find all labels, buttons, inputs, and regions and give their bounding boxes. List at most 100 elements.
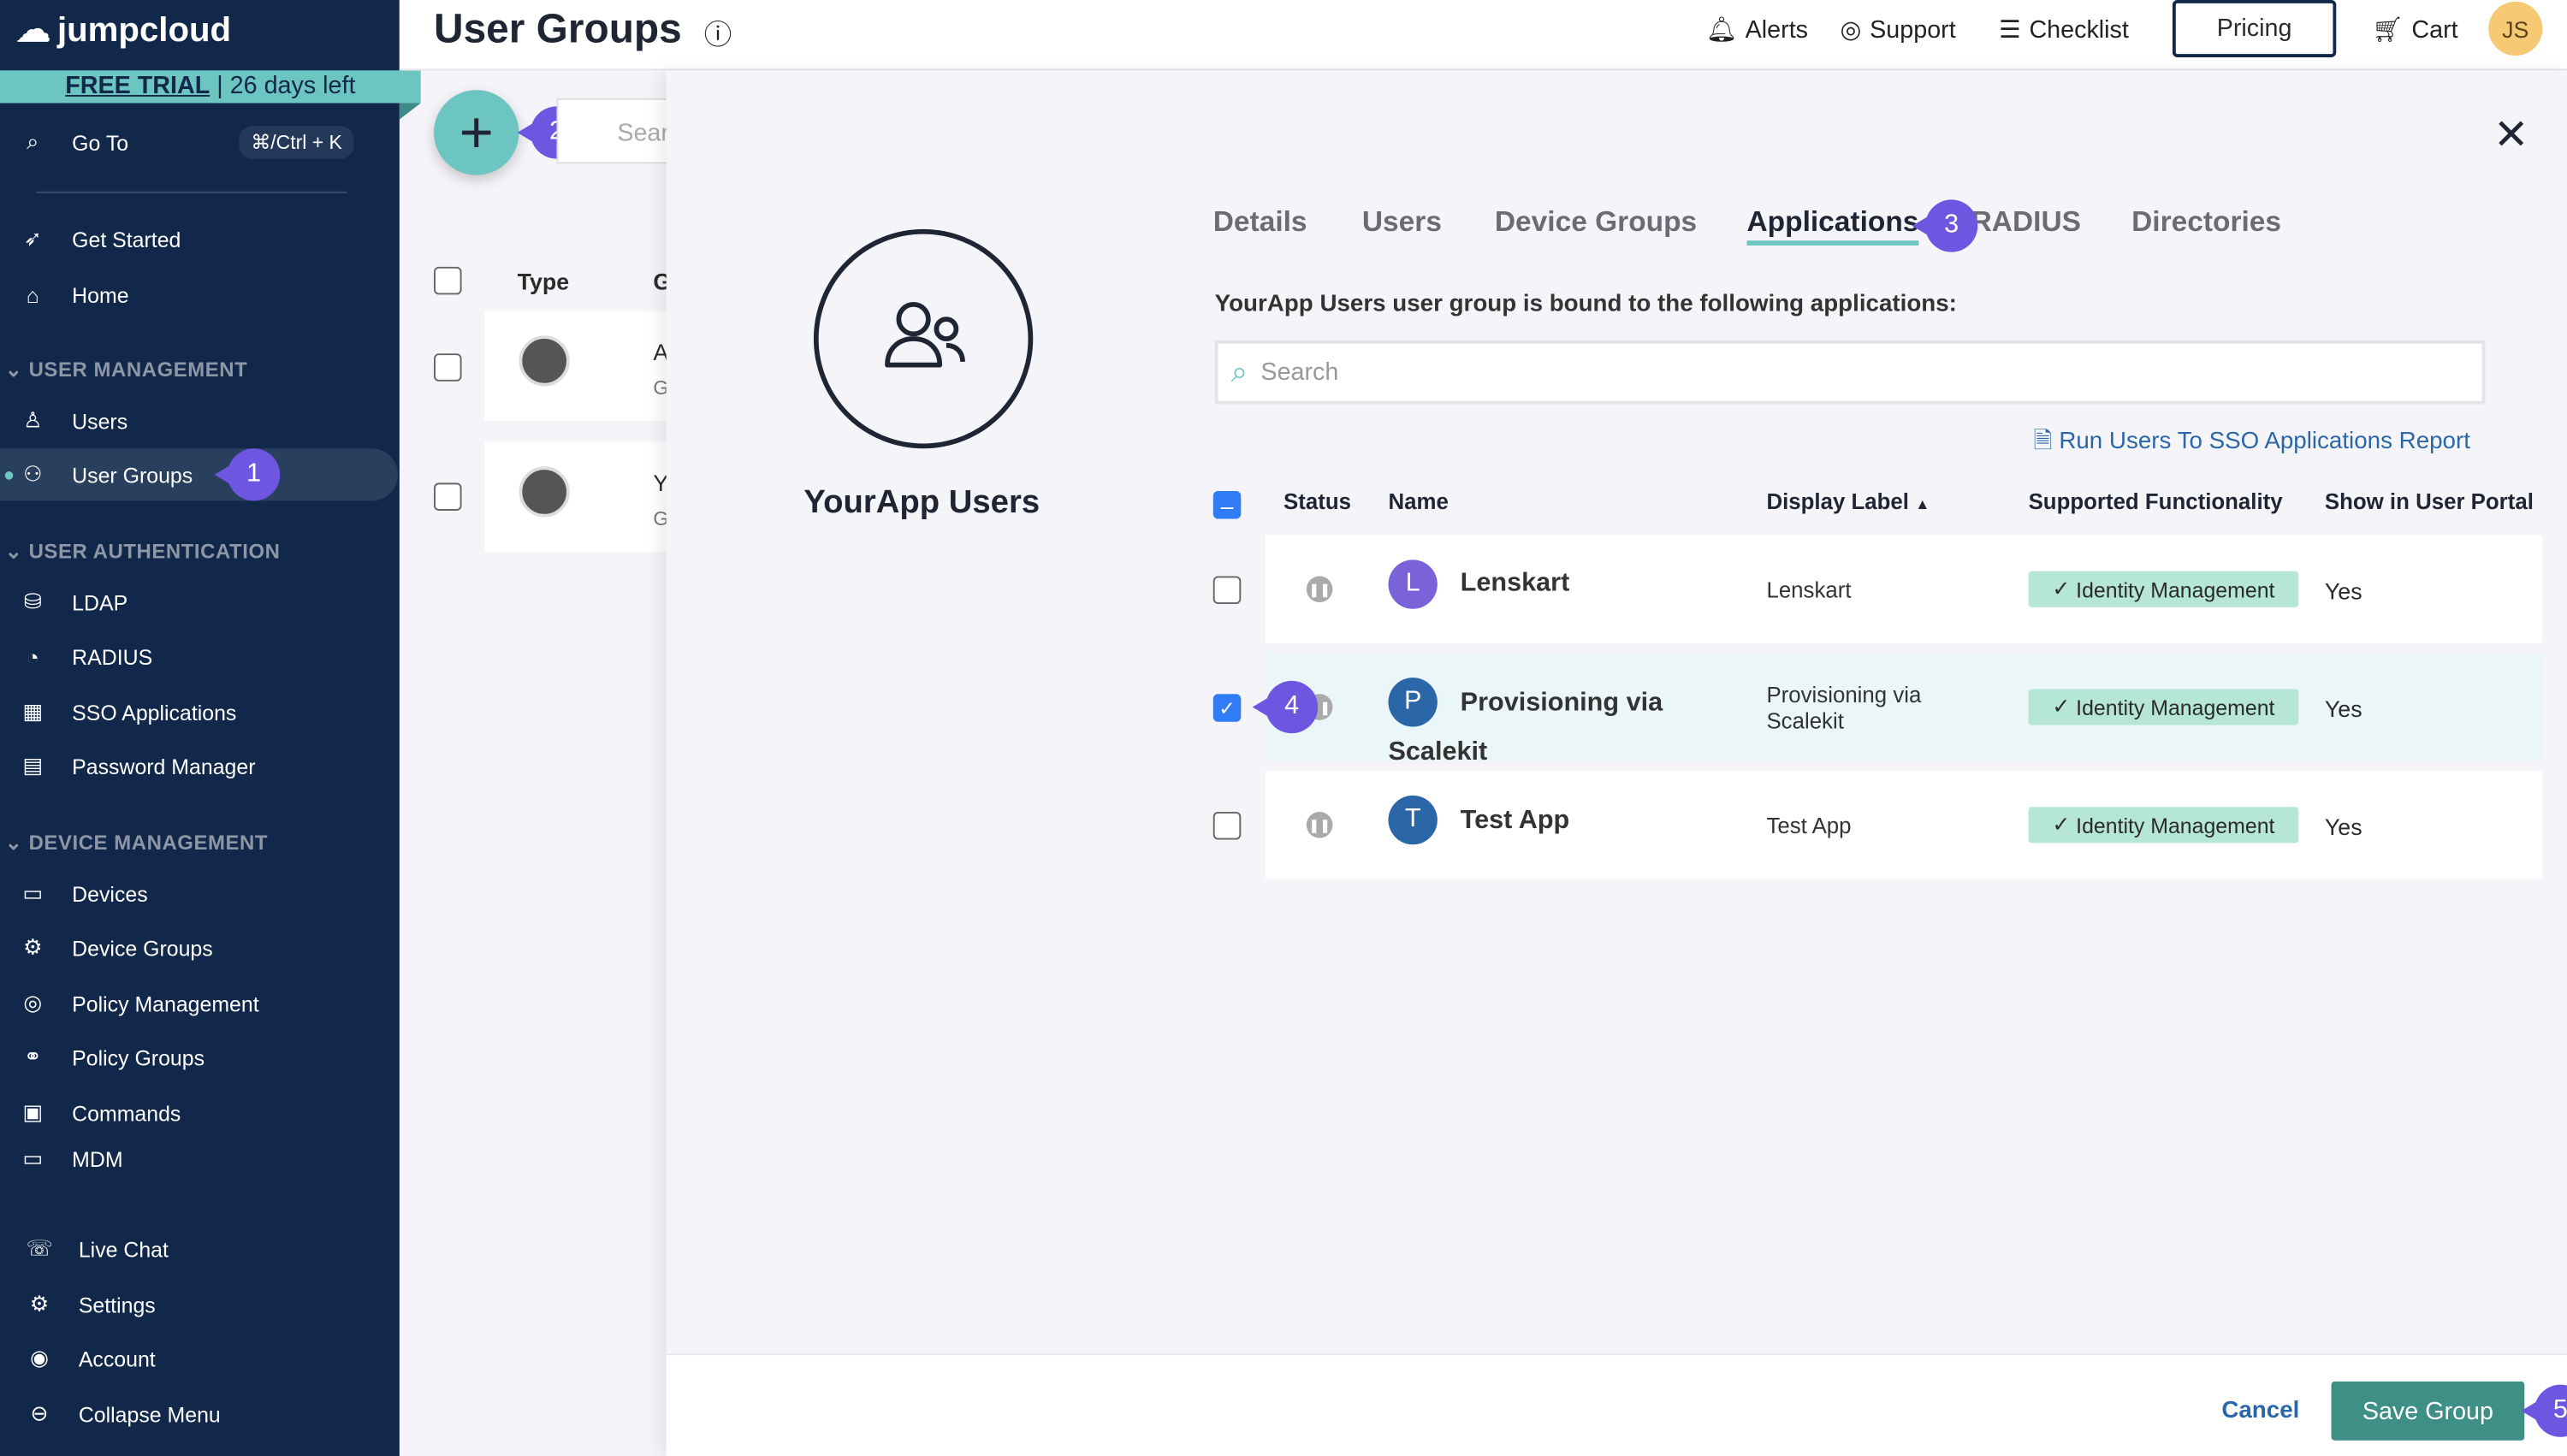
alerts-button[interactable]: 🔔︎ Alerts [1706, 15, 1808, 44]
group-name: YourApp Users [803, 484, 1040, 521]
grid-icon: ▦ [22, 698, 44, 724]
database-icon: ⛁ [23, 589, 42, 614]
col-display-label[interactable]: Display Label ▲ [1766, 489, 1930, 514]
user-groups-icon: ⚇ [23, 461, 43, 487]
panel-footer: Cancel Save Group 5 [666, 1353, 2567, 1456]
app-row-checkbox[interactable] [1212, 811, 1242, 840]
cart-icon: 🛒︎ [2372, 16, 2404, 44]
avatar[interactable]: JS [2488, 1, 2543, 56]
sidebar-item-user-groups[interactable]: ⚇ User Groups [0, 448, 398, 501]
sidebar-item-account[interactable]: ◉ Account [0, 1332, 400, 1384]
select-all-apps-checkbox[interactable]: – [1212, 490, 1242, 519]
sidebar-item-get-started[interactable]: ➶ Get Started [0, 213, 400, 265]
home-icon: ⌂ [26, 282, 39, 307]
gear-icon: ⚙ [29, 1291, 50, 1317]
col-name: Name [1388, 489, 1449, 514]
app-letter-icon: P [1388, 678, 1438, 727]
chat-icon: ☏ [26, 1235, 53, 1261]
sidebar-item-commands[interactable]: ▣ Commands [0, 1086, 400, 1139]
cancel-button[interactable]: Cancel [2221, 1398, 2299, 1424]
goto-button[interactable]: ⌕ Go To ⌘/Ctrl + K [0, 116, 400, 169]
sidebar-item-home[interactable]: ⌂ Home [0, 269, 400, 321]
group-search-input[interactable]: Search [556, 98, 672, 164]
tab-device-groups[interactable]: Device Groups [1495, 204, 1697, 239]
sidebar-item-devices[interactable]: ▭ Devices [0, 867, 400, 920]
cart-button[interactable]: 🛒︎ Cart [2372, 15, 2457, 44]
sidebar-item-device-groups[interactable]: ⚙ Device Groups [0, 921, 400, 974]
section-device-management[interactable]: ⌄ DEVICE MANAGEMENT [5, 830, 268, 855]
tab-directories[interactable]: Directories [2131, 204, 2281, 239]
top-bar: User Groups ⓘ 🔔︎ Alerts ◎ Support ☰ Checkli… [399, 0, 2567, 71]
sidebar-item-password-manager[interactable]: ▤ Password Manager [0, 740, 400, 792]
sidebar-item-collapse[interactable]: ⊖ Collapse Menu [0, 1388, 400, 1440]
sidebar-item-users[interactable]: ♙ Users [0, 394, 400, 447]
app-row[interactable]: ❚❚ P Provisioning via Scalekit Provision… [1265, 653, 2543, 766]
tab-details[interactable]: Details [1213, 204, 1307, 239]
group-icon [519, 335, 570, 387]
sidebar: ☁ jumpcloud FREE TRIAL | 26 days left ⌕ Go… [0, 0, 421, 1456]
bell-icon: 🔔︎ [1705, 16, 1738, 44]
group-row[interactable]: AG [484, 311, 681, 421]
close-icon[interactable]: ✕ [2493, 109, 2529, 160]
users-icon [885, 302, 965, 368]
shortcut-hint: ⌘/Ctrl + K [239, 126, 354, 159]
policy-groups-icon: ⚭ [23, 1044, 42, 1069]
sort-asc-icon: ▲ [1915, 495, 1930, 512]
paused-status-icon: ❚❚ [1306, 576, 1333, 603]
tab-applications[interactable]: Applications [1746, 204, 1919, 246]
sidebar-item-policy-management[interactable]: ◎ Policy Management [0, 977, 400, 1029]
section-user-authentication[interactable]: ⌄ USER AUTHENTICATION [5, 538, 281, 563]
free-trial-banner: FREE TRIAL | 26 days left [0, 70, 421, 104]
group-avatar [813, 228, 1034, 449]
add-group-button[interactable]: + [434, 90, 519, 175]
app-row[interactable]: ❚❚ L Lenskart Lenskart ✓ Identity Manage… [1265, 535, 2543, 643]
policy-icon: ◎ [23, 990, 43, 1015]
sidebar-item-live-chat[interactable]: ☏ Live Chat [0, 1222, 400, 1275]
app-letter-icon: L [1388, 559, 1438, 609]
sidebar-item-radius[interactable]: ◔ RADIUS [0, 630, 400, 683]
app-row-checkbox[interactable]: ✓ [1212, 694, 1242, 722]
sidebar-item-ldap[interactable]: ⛁ LDAP [0, 576, 400, 628]
info-icon[interactable]: ⓘ [704, 11, 732, 52]
app-search-input[interactable]: ⌕ Search [1214, 340, 2486, 405]
app-row[interactable]: ❚❚ T Test App Test App ✓ Identity Manage… [1265, 771, 2543, 879]
col-show-in-portal: Show in User Portal [2324, 489, 2534, 514]
sidebar-item-policy-groups[interactable]: ⚭ Policy Groups [0, 1031, 400, 1083]
free-trial-link[interactable]: FREE TRIAL [65, 72, 210, 100]
group-row-checkbox[interactable] [434, 353, 462, 382]
col-supported-functionality: Supported Functionality [2028, 489, 2283, 514]
jumpcloud-logo[interactable]: ☁ jumpcloud [16, 9, 231, 50]
col-type: Type [517, 268, 570, 295]
sso-report-link[interactable]: 🗎︎ Run Users To SSO Applications Report [2033, 424, 2470, 465]
section-user-management[interactable]: ⌄ USER MANAGEMENT [5, 357, 248, 382]
app-letter-icon: T [1388, 795, 1438, 845]
password-icon: ▤ [22, 753, 44, 778]
collapse-icon: ⊖ [30, 1400, 49, 1426]
tab-radius[interactable]: RADIUS [1971, 204, 2081, 239]
sidebar-item-sso[interactable]: ▦ SSO Applications [0, 686, 400, 738]
step-badge-4: 4 [1252, 680, 1319, 734]
support-icon: ◎ [1840, 16, 1862, 44]
group-detail-panel: ✕ YourApp Users Details Users Device Gro… [666, 70, 2567, 1456]
account-icon: ◉ [30, 1345, 49, 1370]
sidebar-item-settings[interactable]: ⚙ Settings [0, 1278, 400, 1330]
support-button[interactable]: ◎ Support [1841, 15, 1956, 44]
select-all-groups-checkbox[interactable] [434, 266, 462, 295]
checklist-button[interactable]: ☰ Checklist [1999, 15, 2129, 44]
report-icon: 🗎︎ [2033, 429, 2060, 455]
search-icon: ⌕ [27, 129, 39, 154]
save-group-button[interactable]: Save Group [2331, 1381, 2525, 1441]
step-badge-5: 5 [2521, 1384, 2567, 1437]
group-row-checkbox[interactable] [434, 482, 462, 511]
paused-status-icon: ❚❚ [1306, 811, 1333, 838]
terminal-icon: ▣ [22, 1099, 44, 1125]
device-groups-icon: ⚙ [23, 934, 43, 960]
group-row[interactable]: YG [484, 441, 681, 552]
step-badge-3: 3 [1912, 199, 1978, 252]
user-icon: ♙ [23, 407, 43, 433]
functionality-chip: ✓ Identity Management [2028, 571, 2299, 607]
tab-users[interactable]: Users [1362, 204, 1442, 239]
sidebar-item-mdm[interactable]: ▭ MDM [0, 1141, 400, 1177]
pricing-button[interactable]: Pricing [2172, 0, 2337, 57]
app-row-checkbox[interactable] [1212, 576, 1242, 605]
